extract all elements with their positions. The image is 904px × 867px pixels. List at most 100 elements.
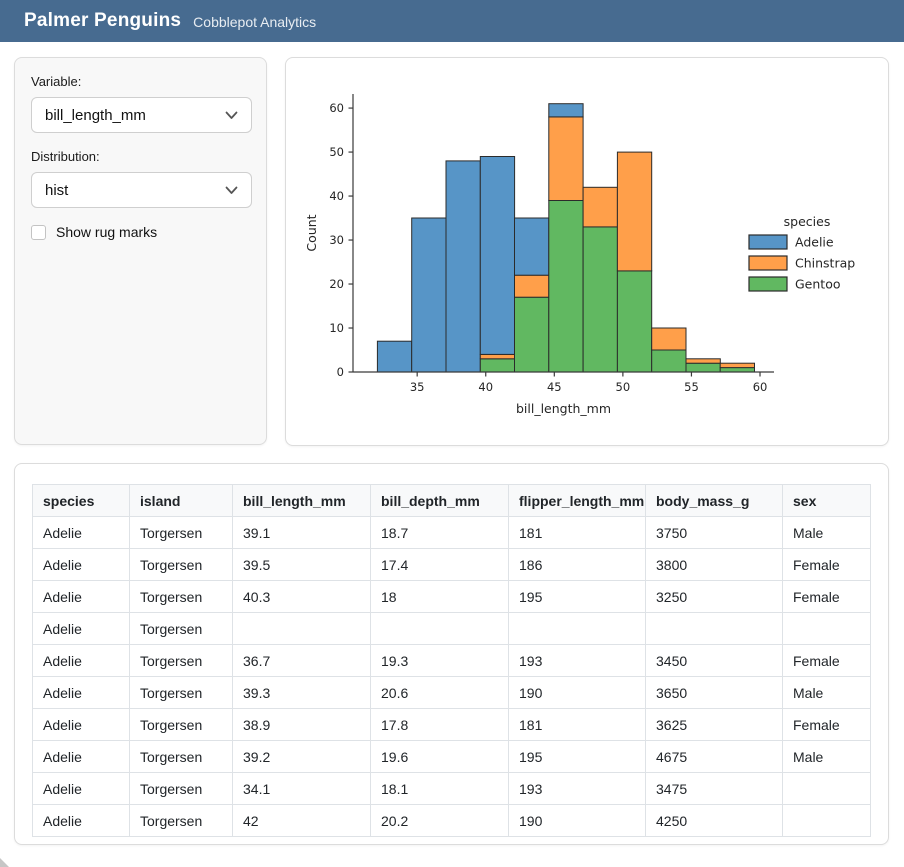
table-cell: 39.1 xyxy=(233,517,371,549)
legend-label: Chinstrap xyxy=(795,256,855,271)
table-cell: 17.4 xyxy=(371,549,509,581)
x-tick-label: 40 xyxy=(478,380,493,394)
table-cell: 3800 xyxy=(646,549,783,581)
table-cell: Male xyxy=(783,741,871,773)
histogram-bar-segment-gentoo xyxy=(686,363,720,372)
table-cell: Adelie xyxy=(33,709,130,741)
rug-checkbox-label: Show rug marks xyxy=(56,224,157,240)
table-cell: Male xyxy=(783,677,871,709)
table-cell: 190 xyxy=(509,677,646,709)
table-cell: Adelie xyxy=(33,517,130,549)
y-tick-label: 30 xyxy=(329,233,344,247)
y-tick-label: 20 xyxy=(329,277,344,291)
table-cell: 195 xyxy=(509,581,646,613)
histogram-bar-segment-adelie xyxy=(549,104,583,117)
app-header: Palmer Penguins Cobblepot Analytics xyxy=(0,0,904,42)
distribution-label: Distribution: xyxy=(31,149,250,164)
y-tick-label: 40 xyxy=(329,189,344,203)
table-row: AdelieTorgersen39.517.41863800Female xyxy=(33,549,871,581)
histogram-bar-segment-chinstrap xyxy=(583,187,617,227)
table-cell: 36.7 xyxy=(233,645,371,677)
table-cell: 193 xyxy=(509,773,646,805)
table-cell xyxy=(783,613,871,645)
table-cell: 186 xyxy=(509,549,646,581)
chevron-down-icon xyxy=(225,111,238,120)
histogram-bar-segment-chinstrap xyxy=(720,363,754,367)
x-tick-label: 60 xyxy=(753,380,768,394)
rug-checkbox[interactable] xyxy=(31,225,46,240)
column-header: flipper_length_mm xyxy=(509,485,646,517)
table-row: AdelieTorgersen39.118.71813750Male xyxy=(33,517,871,549)
table-row: AdelieTorgersen38.917.81813625Female xyxy=(33,709,871,741)
table-body: AdelieTorgersen39.118.71813750MaleAdelie… xyxy=(33,517,871,837)
rug-checkbox-row: Show rug marks xyxy=(31,224,250,240)
histogram-bar-segment-chinstrap xyxy=(480,354,514,358)
penguins-table: speciesislandbill_length_mmbill_depth_mm… xyxy=(32,484,871,837)
column-header: bill_depth_mm xyxy=(371,485,509,517)
table-row: AdelieTorgersen36.719.31933450Female xyxy=(33,645,871,677)
table-cell: Torgersen xyxy=(130,805,233,837)
variable-select-value: bill_length_mm xyxy=(45,107,146,124)
x-tick-label: 45 xyxy=(547,380,562,394)
legend-swatch-gentoo xyxy=(749,277,787,291)
histogram-bar-segment-adelie xyxy=(377,341,411,372)
table-cell: Torgersen xyxy=(130,549,233,581)
table-cell: 17.8 xyxy=(371,709,509,741)
variable-select[interactable]: bill_length_mm xyxy=(31,97,252,133)
table-cell xyxy=(509,613,646,645)
histogram-bar-segment-adelie xyxy=(446,161,480,372)
table-cell: 3650 xyxy=(646,677,783,709)
table-cell: 18.1 xyxy=(371,773,509,805)
table-cell: Torgersen xyxy=(130,741,233,773)
histogram-bar-segment-chinstrap xyxy=(515,275,549,297)
table-cell: 4250 xyxy=(646,805,783,837)
table-cell: Female xyxy=(783,645,871,677)
table-row: AdelieTorgersen39.320.61903650Male xyxy=(33,677,871,709)
table-cell: 20.2 xyxy=(371,805,509,837)
table-cell xyxy=(233,613,371,645)
legend-label: Gentoo xyxy=(795,277,841,292)
histogram-plot: 3540455055600102030405060bill_length_mmC… xyxy=(286,58,888,445)
column-header: body_mass_g xyxy=(646,485,783,517)
table-cell: Adelie xyxy=(33,741,130,773)
table-cell: Torgersen xyxy=(130,581,233,613)
table-cell: 193 xyxy=(509,645,646,677)
table-cell: Adelie xyxy=(33,613,130,645)
table-row: AdelieTorgersen34.118.11933475 xyxy=(33,773,871,805)
histogram-bar-segment-gentoo xyxy=(515,297,549,372)
histogram-bar-segment-adelie xyxy=(515,218,549,275)
table-cell: Torgersen xyxy=(130,645,233,677)
table-cell: 3625 xyxy=(646,709,783,741)
table-cell: Adelie xyxy=(33,581,130,613)
table-cell: 4675 xyxy=(646,741,783,773)
histogram-bar-segment-adelie xyxy=(480,157,514,355)
histogram-bar-segment-adelie xyxy=(412,218,446,372)
table-row: AdelieTorgersen39.219.61954675Male xyxy=(33,741,871,773)
distribution-select-value: hist xyxy=(45,182,68,199)
table-cell: Torgersen xyxy=(130,709,233,741)
table-cell: 3475 xyxy=(646,773,783,805)
table-cell: 39.5 xyxy=(233,549,371,581)
table-row: AdelieTorgersen40.3181953250Female xyxy=(33,581,871,613)
table-cell: 3450 xyxy=(646,645,783,677)
x-axis-label: bill_length_mm xyxy=(516,401,611,416)
app-root: Palmer Penguins Cobblepot Analytics Vari… xyxy=(0,0,904,867)
table-row: AdelieTorgersen4220.21904250 xyxy=(33,805,871,837)
y-tick-label: 60 xyxy=(329,101,344,115)
x-tick-label: 50 xyxy=(616,380,631,394)
column-header: sex xyxy=(783,485,871,517)
distribution-select[interactable]: hist xyxy=(31,172,252,208)
x-tick-label: 35 xyxy=(410,380,425,394)
table-cell xyxy=(371,613,509,645)
x-tick-label: 55 xyxy=(684,380,699,394)
table-cell: 19.6 xyxy=(371,741,509,773)
table-cell: 3750 xyxy=(646,517,783,549)
table-cell: 38.9 xyxy=(233,709,371,741)
chart-legend: speciesAdelieChinstrapGentoo xyxy=(749,214,855,292)
table-cell: Female xyxy=(783,581,871,613)
table-cell: 18.7 xyxy=(371,517,509,549)
app-subtitle: Cobblepot Analytics xyxy=(193,14,316,30)
histogram-bar-segment-gentoo xyxy=(720,368,754,372)
histogram-bar-segment-gentoo xyxy=(480,359,514,372)
table-cell: Torgersen xyxy=(130,613,233,645)
